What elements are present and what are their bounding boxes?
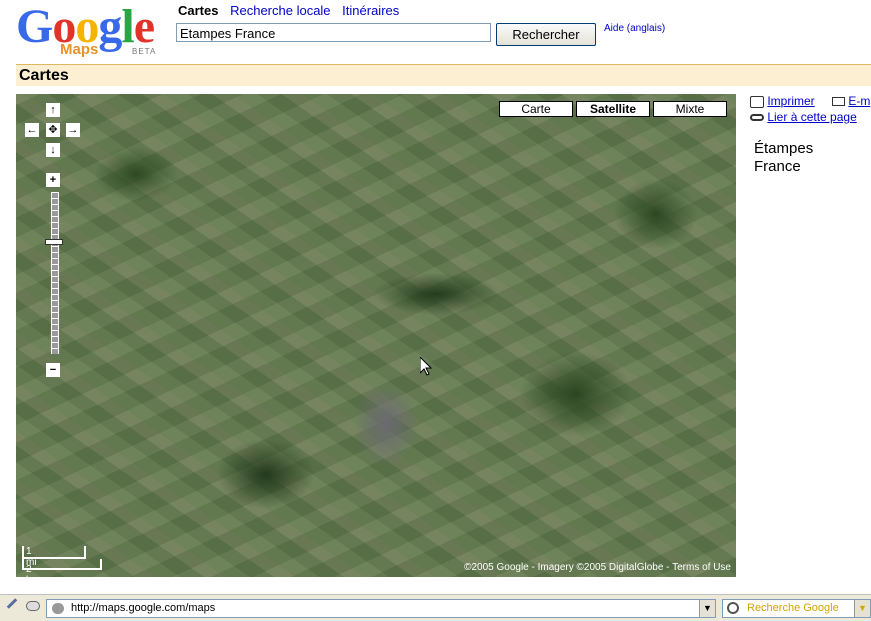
maps-label: Maps [60, 41, 99, 58]
page-icon [52, 603, 64, 614]
nav-tabs: Cartes Recherche locale Itinéraires [178, 3, 407, 18]
map-type-satellite-button[interactable]: Satellite [576, 101, 650, 117]
pencil-icon[interactable] [6, 598, 18, 609]
google-search-box[interactable]: Recherche Google ▼ [722, 599, 871, 618]
search-button[interactable]: Rechercher [496, 23, 596, 46]
pan-center-icon[interactable]: ✥ [46, 123, 60, 137]
address-dropdown-button[interactable]: ▼ [699, 600, 715, 617]
search-input[interactable]: Etampes France [176, 23, 491, 42]
print-link[interactable]: Imprimer [767, 94, 814, 108]
link-to-page-link[interactable]: Lier à cette page [767, 110, 856, 124]
zoom-slider-thumb[interactable] [45, 239, 63, 245]
google-search-icon [727, 602, 739, 614]
result-city: Étampes [754, 140, 814, 157]
help-link[interactable]: Aide (anglais) [604, 23, 665, 34]
map-copyright[interactable]: ©2005 Google - Imagery ©2005 DigitalGlob… [464, 562, 731, 573]
search-result-address[interactable]: Étampes France [754, 140, 813, 176]
google-maps-logo[interactable]: Google Maps BETA [16, 3, 166, 61]
page-title: Cartes [19, 67, 69, 84]
address-url: http://maps.google.com/maps [71, 602, 216, 614]
zoom-in-icon[interactable]: + [46, 173, 60, 187]
browser-status-bar: http://maps.google.com/maps ▼ Recherche … [0, 594, 871, 621]
satellite-map[interactable]: ↑ ← ✥ → ↓ + − Carte Satellite Mixte 1 mi… [16, 94, 736, 577]
scale-tick-km [100, 559, 102, 570]
email-icon[interactable] [832, 97, 845, 107]
zoom-out-icon[interactable]: − [46, 363, 60, 377]
beta-label: BETA [132, 47, 157, 56]
google-search-dropdown-button[interactable]: ▼ [854, 600, 870, 617]
google-search-placeholder: Recherche Google [747, 602, 839, 614]
address-bar[interactable]: http://maps.google.com/maps ▼ [46, 599, 716, 618]
scale-bar-mi [22, 557, 86, 559]
result-country: France [754, 158, 801, 175]
mouse-cursor-icon [420, 357, 432, 376]
chain-link-icon[interactable] [750, 114, 764, 122]
pan-down-icon[interactable]: ↓ [46, 143, 60, 157]
pan-up-icon[interactable]: ↑ [46, 103, 60, 117]
section-title-bar: Cartes [16, 64, 871, 86]
tab-cartes: Cartes [178, 3, 219, 18]
mouse-icon[interactable] [26, 601, 40, 611]
zoom-slider[interactable] [51, 192, 59, 354]
tab-recherche-locale[interactable]: Recherche locale [230, 3, 330, 18]
scale-km-label: 2 km [26, 564, 39, 577]
pan-right-icon[interactable]: → [66, 123, 80, 137]
tab-itineraires[interactable]: Itinéraires [342, 3, 399, 18]
map-type-carte-button[interactable]: Carte [499, 101, 573, 117]
printer-icon[interactable] [750, 95, 764, 108]
map-type-mixte-button[interactable]: Mixte [653, 101, 727, 117]
email-link[interactable]: E-m [848, 94, 870, 108]
pan-left-icon[interactable]: ← [25, 123, 39, 137]
